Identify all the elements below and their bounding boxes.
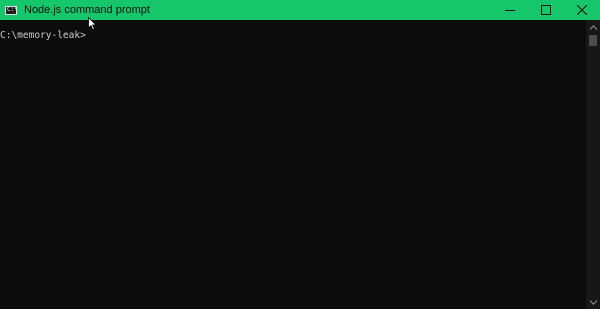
close-icon	[577, 5, 587, 15]
close-button[interactable]	[564, 0, 600, 20]
window-title: Node.js command prompt	[24, 4, 150, 16]
window-controls	[492, 0, 600, 20]
console-window: C:\ Node.js command prompt C:\memory-lea…	[0, 0, 600, 309]
scroll-thumb[interactable]	[589, 35, 597, 46]
minimize-button[interactable]	[492, 0, 528, 20]
cmd-icon: C:\	[5, 5, 18, 15]
cmd-icon-text: C:\	[7, 5, 18, 13]
chevron-up-icon	[589, 24, 597, 30]
maximize-button[interactable]	[528, 0, 564, 20]
mouse-pointer-icon	[88, 16, 98, 36]
minimize-icon	[505, 10, 515, 11]
vertical-scrollbar[interactable]	[586, 20, 600, 309]
chevron-down-icon	[589, 299, 597, 305]
maximize-icon	[541, 5, 551, 15]
scroll-down-button[interactable]	[586, 296, 600, 308]
scroll-up-button[interactable]	[586, 21, 600, 33]
command-prompt: C:\memory-leak>	[0, 30, 86, 41]
console-output[interactable]: C:\memory-leak>	[0, 20, 586, 309]
